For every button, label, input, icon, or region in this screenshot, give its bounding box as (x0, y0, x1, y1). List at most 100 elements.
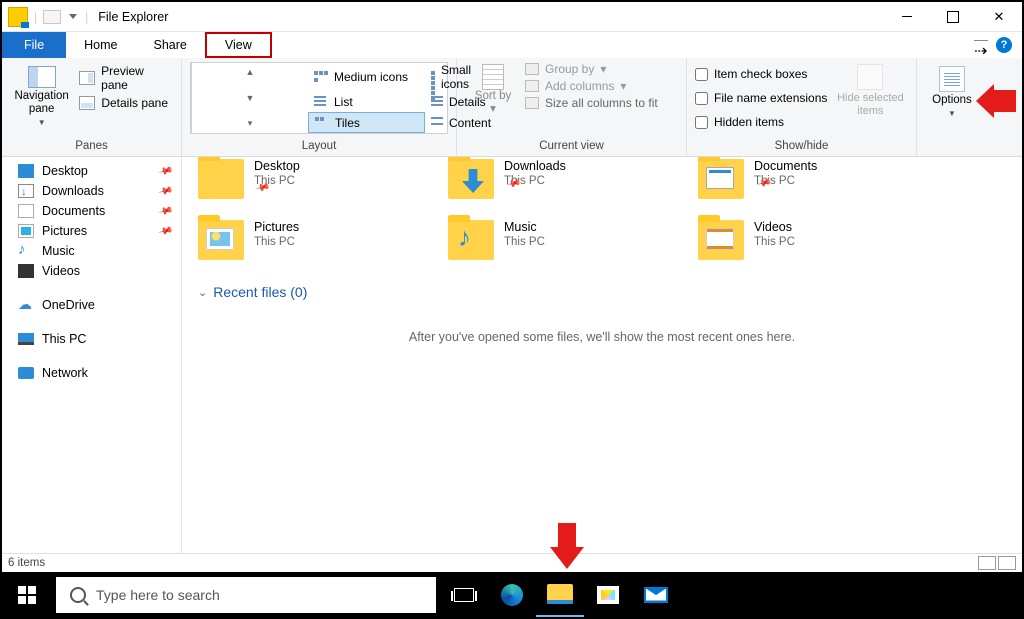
taskbar-file-explorer[interactable] (536, 572, 584, 617)
folder-documents[interactable]: DocumentsThis PC📌 (698, 159, 928, 202)
layout-list[interactable]: List (308, 91, 425, 112)
network-icon (18, 367, 34, 379)
videos-icon (18, 264, 34, 278)
layout-medium-icons[interactable]: Medium icons (308, 63, 425, 91)
window-close-button[interactable]: ✕ (976, 2, 1022, 32)
hidden-items-toggle[interactable]: Hidden items (695, 115, 827, 129)
details-pane-label: Details pane (101, 96, 168, 110)
add-columns-button[interactable]: Add columns▾ (525, 79, 658, 93)
file-name-extensions-toggle[interactable]: File name extensions (695, 91, 827, 105)
sidebar-item-desktop[interactable]: Desktop📌 (2, 161, 181, 181)
pin-icon: 📌 (157, 163, 173, 179)
preview-pane-button[interactable]: Preview pane (79, 64, 173, 92)
sidebar-item-onedrive[interactable]: OneDrive (2, 295, 181, 315)
file-name-extensions-checkbox[interactable] (695, 92, 708, 105)
tab-home[interactable]: Home (66, 32, 135, 58)
sidebar-item-network[interactable]: Network (2, 363, 181, 383)
taskbar: Type here to search (2, 572, 1022, 617)
options-icon (939, 66, 965, 92)
taskbar-edge[interactable] (488, 572, 536, 617)
layout-content[interactable]: Content (425, 112, 447, 133)
taskbar-search[interactable]: Type here to search (56, 577, 436, 613)
window-title: File Explorer (98, 10, 168, 24)
group-by-button[interactable]: Group by▾ (525, 62, 658, 76)
item-count: 6 items (8, 557, 45, 569)
downloads-icon (18, 184, 34, 198)
add-columns-icon (525, 80, 539, 92)
title-bar: | | File Explorer ✕ (2, 2, 1022, 32)
quick-access-toolbar: | | (2, 7, 88, 27)
explorer-app-icon[interactable] (8, 7, 28, 27)
item-check-boxes-checkbox[interactable] (695, 68, 708, 81)
qat-dropdown-icon[interactable] (67, 11, 79, 23)
details-pane-button[interactable]: Details pane (79, 96, 173, 110)
windows-logo-icon (18, 586, 36, 604)
content-area[interactable]: DesktopThis PC📌 DownloadsThis PC📌 Docume… (182, 157, 1022, 553)
window-maximize-button[interactable] (930, 2, 976, 32)
hide-selected-button: Hide selected items (833, 62, 907, 134)
options-button[interactable]: Options ▼ (925, 62, 979, 134)
large-icons-view-button[interactable] (998, 556, 1016, 570)
videos-overlay-icon (706, 228, 734, 250)
pictures-icon (18, 224, 34, 238)
size-columns-icon (525, 97, 539, 109)
this-pc-icon (18, 333, 34, 345)
recent-files-empty-message: After you've opened some files, we'll sh… (198, 330, 1006, 344)
window-minimize-button[interactable] (884, 2, 930, 32)
tab-share[interactable]: Share (136, 32, 205, 58)
layout-scroll[interactable]: ▲▼▾ (191, 63, 308, 133)
tab-view[interactable]: View (205, 32, 272, 58)
details-view-button[interactable] (978, 556, 996, 570)
group-label-layout: Layout (190, 138, 448, 156)
sidebar-item-music[interactable]: Music (2, 241, 181, 261)
layout-small-icons[interactable]: Small icons (425, 63, 447, 91)
qat-sep2: | (85, 10, 88, 24)
music-icon (18, 244, 34, 258)
folder-music[interactable]: MusicThis PC (448, 220, 678, 260)
sidebar-item-downloads[interactable]: Downloads📌 (2, 181, 181, 201)
task-view-button[interactable] (440, 572, 488, 617)
folder-pictures[interactable]: PicturesThis PC (198, 220, 428, 260)
group-by-icon (525, 63, 539, 75)
hidden-items-checkbox[interactable] (695, 116, 708, 129)
layout-details[interactable]: Details (425, 91, 447, 112)
navigation-pane[interactable]: Desktop📌 Downloads📌 Documents📌 Pictures📌… (2, 157, 182, 553)
folder-videos[interactable]: VideosThis PC (698, 220, 928, 260)
folder-desktop[interactable]: DesktopThis PC📌 (198, 159, 428, 202)
navigation-pane-button[interactable]: Navigation pane ▼ (10, 62, 73, 134)
navigation-pane-label: Navigation pane (10, 90, 73, 116)
ribbon-group-panes: Navigation pane ▼ Preview pane Details p… (2, 58, 182, 156)
ribbon-group-layout: Medium icons Small icons ▲▼▾ List Detail… (182, 58, 457, 156)
sort-by-icon (482, 64, 504, 90)
sidebar-item-pictures[interactable]: Pictures📌 (2, 221, 181, 241)
sidebar-item-videos[interactable]: Videos (2, 261, 181, 281)
taskbar-mail[interactable] (632, 572, 680, 617)
search-icon (70, 587, 86, 603)
item-check-boxes-toggle[interactable]: Item check boxes (695, 67, 827, 81)
status-bar: 6 items (2, 553, 1022, 572)
minimize-ribbon-icon[interactable]: ⇢ (974, 40, 988, 50)
size-columns-button[interactable]: Size all columns to fit (525, 96, 658, 110)
hide-selected-icon (857, 64, 883, 90)
sort-by-button[interactable]: Sort by▾ (465, 62, 521, 134)
ribbon-group-show-hide: Item check boxes File name extensions Hi… (687, 58, 917, 156)
group-label-show-hide: Show/hide (695, 138, 908, 156)
recent-files-header[interactable]: ⌄ Recent files (0) (198, 284, 1006, 300)
annotation-arrow-options (976, 84, 1016, 118)
start-button[interactable] (2, 572, 52, 617)
music-overlay-icon (456, 228, 484, 250)
sidebar-item-this-pc[interactable]: This PC (2, 329, 181, 349)
tab-file[interactable]: File (2, 32, 66, 58)
folder-downloads[interactable]: DownloadsThis PC📌 (448, 159, 678, 202)
annotation-arrow-taskbar (550, 523, 584, 569)
help-icon[interactable]: ? (996, 37, 1012, 53)
layout-tiles[interactable]: Tiles (308, 112, 425, 133)
ribbon-view: Navigation pane ▼ Preview pane Details p… (2, 58, 1022, 157)
preview-pane-icon (79, 71, 95, 85)
qat-folder-icon[interactable] (43, 10, 61, 24)
pin-icon: 📌 (157, 183, 173, 199)
onedrive-icon (18, 298, 34, 312)
chevron-down-icon: ⌄ (198, 286, 207, 299)
sidebar-item-documents[interactable]: Documents📌 (2, 201, 181, 221)
taskbar-store[interactable] (584, 572, 632, 617)
